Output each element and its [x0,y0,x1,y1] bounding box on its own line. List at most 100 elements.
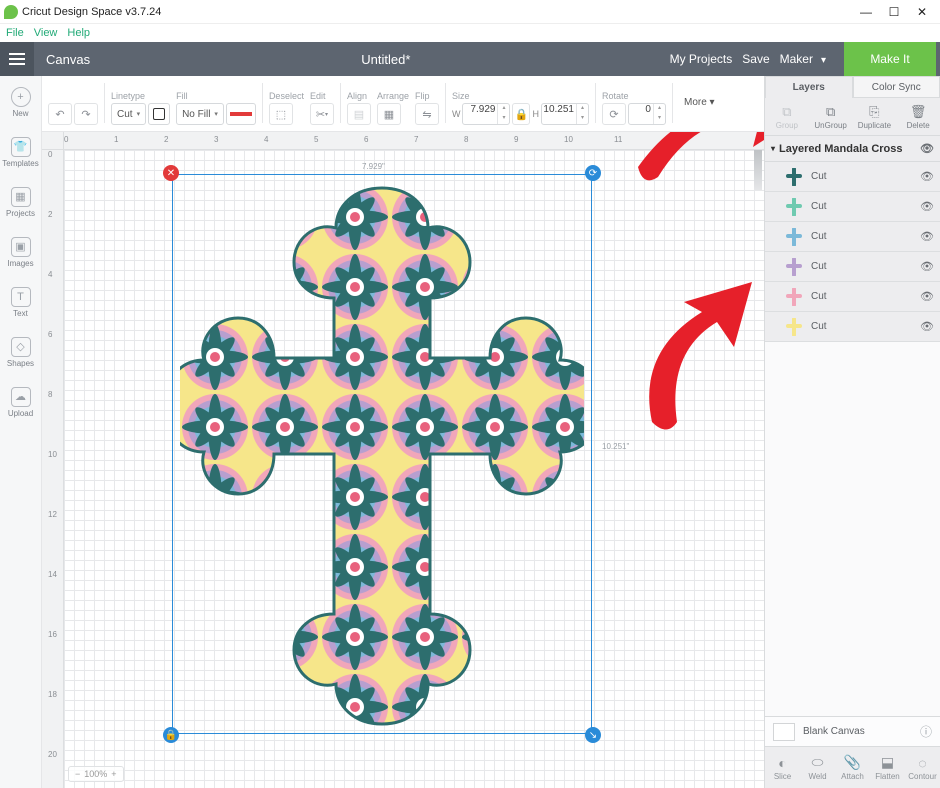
flatten-icon: ⬓ [881,754,894,771]
grid-icon: ▦ [11,187,31,207]
layer-visibility-toggle[interactable]: 👁 [920,260,934,273]
layer-row[interactable]: Cut👁 [765,282,940,312]
upload-button[interactable]: ☁Upload [3,380,39,424]
machine-select[interactable]: Maker▾ [780,52,834,66]
size-height-input[interactable]: 10.251▴▾ [541,103,589,125]
size-width-input[interactable]: 7.929▴▾ [462,103,510,125]
make-it-button[interactable]: Make It [844,42,936,76]
blank-canvas-row[interactable]: Blank Canvas ⓘ [765,716,940,746]
linetype-dropdown[interactable]: Cut▾ [111,103,146,125]
layer-row[interactable]: Cut 👁 [765,192,940,222]
flip-dropdown[interactable]: ⇋ [415,103,439,125]
hamburger-menu-button[interactable] [0,42,34,76]
delete-action[interactable]: 🗑Delete [896,98,940,135]
redo-icon: ↷ [81,108,90,121]
window-maximize-button[interactable]: ☐ [880,5,908,19]
layer-thumb-icon [785,318,803,336]
cricut-logo-icon [4,5,18,19]
layer-bottom-ops: ◐Slice ⬭Weld 📎Attach ⬓Flatten ◌Contour [765,746,940,788]
layer-visibility-toggle[interactable]: 👁 [920,230,934,243]
layer-visibility-toggle[interactable]: 👁 [920,170,934,183]
layer-visibility-toggle[interactable]: 👁 [920,200,934,213]
menu-file[interactable]: File [6,27,24,39]
undo-icon: ↶ [55,108,64,121]
tab-color-sync[interactable]: Color Sync [853,76,940,98]
group-action[interactable]: ⧉Group [765,98,809,135]
plus-icon: + [11,87,31,107]
window-minimize-button[interactable]: — [852,5,880,19]
redo-button[interactable]: ↷ [74,103,98,125]
collapse-icon[interactable]: ▾ [771,144,775,153]
canvas-color-swatch[interactable] [773,723,795,741]
arrange-dropdown[interactable]: ▦ [377,103,401,125]
window-close-button[interactable]: ✕ [908,5,936,19]
tab-layers[interactable]: Layers [765,76,853,98]
layer-row[interactable]: Cut👁 [765,162,940,192]
lock-aspect-button[interactable]: 🔒 [512,103,530,125]
layer-row[interactable]: Cut👁 [765,312,940,342]
weld-icon: ⬭ [812,754,824,771]
text-icon: T [11,287,31,307]
delete-handle[interactable]: ✕ [163,165,179,181]
layer-thumb-icon [785,288,803,306]
zoom-out-icon[interactable]: − [75,769,80,779]
deselect-button[interactable]: ⬚ [269,103,293,125]
weld-button[interactable]: ⬭Weld [800,747,835,788]
layer-label: Cut [811,201,827,212]
menu-help[interactable]: Help [67,27,90,39]
attach-button[interactable]: 📎Attach [835,747,870,788]
layered-mandala-cross-art[interactable] [180,182,584,726]
fill-swatch[interactable] [226,103,256,125]
shapes-icon: ◇ [11,337,31,357]
undo-button[interactable]: ↶ [48,103,72,125]
layer-row[interactable]: Cut👁 [765,222,940,252]
edit-dropdown[interactable]: ✂▾ [310,103,334,125]
tshirt-icon: 👕 [11,137,31,157]
layer-thumb-icon [785,258,803,276]
resize-handle[interactable]: ↘ [585,727,601,743]
more-dropdown[interactable]: More ▾ [679,92,720,114]
zoom-control[interactable]: − 100% + [68,766,124,782]
lock-handle[interactable]: 🔒 [163,727,179,743]
layer-row[interactable]: Cut 👁 [765,252,940,282]
layer-visibility-toggle[interactable]: 👁 [920,290,934,303]
fill-label: Fill [176,91,256,101]
ungroup-icon: ⧉ [826,104,835,120]
new-button[interactable]: +New [3,80,39,124]
ruler-vertical: 02468101214161820 [42,150,64,788]
my-projects-link[interactable]: My Projects [670,52,733,66]
menubar: File View Help [0,24,940,42]
align-dropdown[interactable]: ▤ [347,103,371,125]
ungroup-action[interactable]: ⧉UnGroup [809,98,853,135]
templates-button[interactable]: 👕Templates [3,130,39,174]
project-name[interactable]: Untitled* [102,52,670,67]
rotate-input[interactable]: 0▴▾ [628,103,666,125]
projects-button[interactable]: ▦Projects [3,180,39,224]
contour-icon: ◌ [918,755,926,771]
flatten-button[interactable]: ⬓Flatten [870,747,905,788]
linetype-swatch[interactable] [148,103,170,125]
shapes-button[interactable]: ◇Shapes [3,330,39,374]
canvas-area[interactable]: 0123456789101112 02468101214161820 ✕ ⟳ 🔒… [42,132,764,788]
menu-view[interactable]: View [34,27,58,39]
slice-button[interactable]: ◐Slice [765,747,800,788]
edit-toolbar: ↶ ↷ Linetype Cut▾ Fill No Fill▾ Deselect… [42,76,764,132]
rotate-handle[interactable]: ⟳ [585,165,601,181]
text-button[interactable]: TText [3,280,39,324]
layer-label: Cut [811,261,827,272]
image-icon: ▣ [11,237,31,257]
duplicate-icon: ⎘ [869,104,879,120]
contour-button[interactable]: ◌Contour [905,747,940,788]
images-button[interactable]: ▣Images [3,230,39,274]
group-icon: ⧉ [782,104,791,120]
visibility-toggle[interactable]: 👁 [920,142,934,155]
layer-visibility-toggle[interactable]: 👁 [920,320,934,333]
trash-icon: 🗑 [910,104,927,120]
info-icon[interactable]: ⓘ [920,723,932,740]
layer-group-header[interactable]: ▾ Layered Mandala Cross 👁 [765,136,940,162]
window-title: Cricut Design Space v3.7.24 [22,6,852,18]
fill-dropdown[interactable]: No Fill▾ [176,103,224,125]
zoom-in-icon[interactable]: + [111,769,116,779]
save-link[interactable]: Save [742,52,769,66]
duplicate-action[interactable]: ⎘Duplicate [853,98,897,135]
